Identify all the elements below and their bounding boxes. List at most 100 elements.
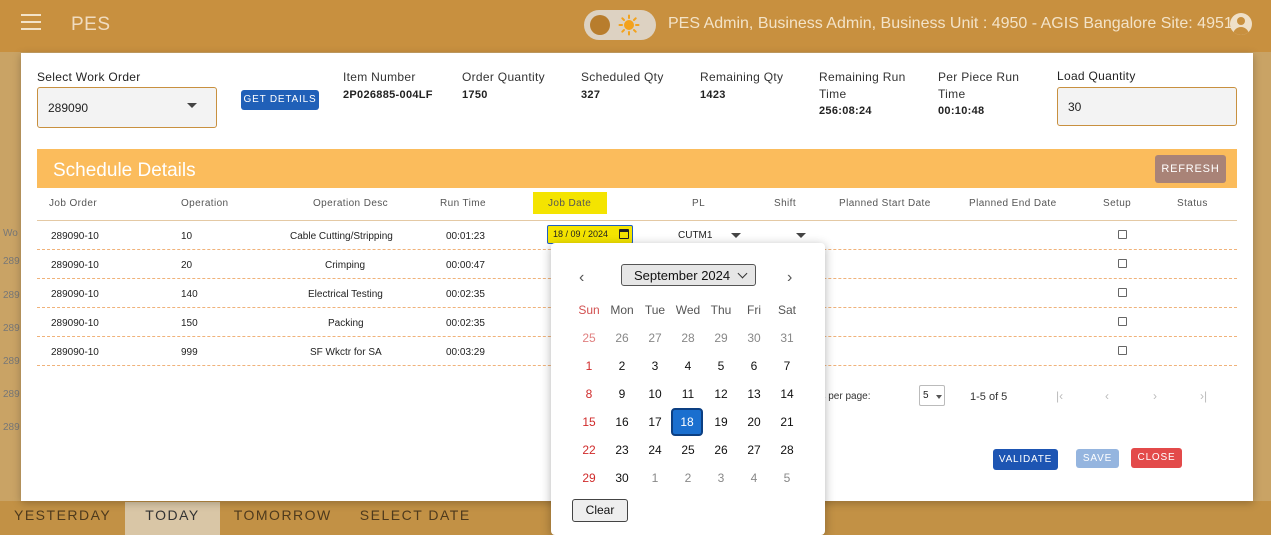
calendar-day[interactable]: 28 xyxy=(673,326,703,350)
caret-down-icon xyxy=(936,395,942,399)
col-shift: Shift xyxy=(774,198,797,209)
col-operation: Operation xyxy=(181,198,229,209)
setup-checkbox[interactable] xyxy=(1118,230,1127,239)
calendar-day[interactable]: 28 xyxy=(772,438,802,462)
job-date-input[interactable]: 18 / 09 / 2024 xyxy=(547,225,633,244)
calendar-day[interactable]: 21 xyxy=(772,410,802,434)
theme-toggle[interactable] xyxy=(584,10,656,40)
next-month-icon[interactable]: › xyxy=(787,269,792,287)
calendar-day[interactable]: 11 xyxy=(673,382,703,406)
calendar-day[interactable]: 23 xyxy=(607,438,637,462)
calendar-day[interactable]: 4 xyxy=(673,354,703,378)
calendar-day[interactable]: 3 xyxy=(640,354,670,378)
cell-desc: Packing xyxy=(328,318,364,329)
bg-row-text: 289 xyxy=(3,422,20,433)
calendar-day[interactable]: 17 xyxy=(640,410,670,434)
remaining-qty: Remaining Qty 1423 xyxy=(700,69,783,103)
calendar-day[interactable]: 22 xyxy=(574,438,604,462)
cell-run-time: 00:02:35 xyxy=(446,289,485,300)
prev-page-icon[interactable]: ‹ xyxy=(1105,389,1109,403)
cell-desc: Electrical Testing xyxy=(308,289,383,300)
work-order-select[interactable]: 289090 xyxy=(37,87,217,128)
calendar-day[interactable]: 19 xyxy=(706,410,736,434)
calendar-day[interactable]: 29 xyxy=(574,466,604,490)
sun-icon xyxy=(618,14,640,36)
save-button[interactable]: SAVE xyxy=(1076,449,1119,468)
load-quantity-label: Load Quantity xyxy=(1057,69,1136,83)
menu-icon[interactable] xyxy=(21,14,41,30)
load-quantity-input[interactable]: 30 xyxy=(1057,87,1237,126)
items-per-page-select[interactable]: 5 xyxy=(919,385,945,406)
calendar-day[interactable]: 27 xyxy=(640,326,670,350)
refresh-button[interactable]: REFRESH xyxy=(1155,155,1226,183)
remaining-run-value: 256:08:24 xyxy=(819,105,872,117)
calendar-day[interactable]: 20 xyxy=(739,410,769,434)
get-details-button[interactable]: GET DETAILS xyxy=(241,90,319,110)
calendar-day[interactable]: 10 xyxy=(640,382,670,406)
setup-checkbox[interactable] xyxy=(1118,346,1127,355)
calendar-day[interactable]: 7 xyxy=(772,354,802,378)
cell-run-time: 00:00:47 xyxy=(446,260,485,271)
weekday-label: Fri xyxy=(747,303,761,317)
calendar-day[interactable]: 30 xyxy=(607,466,637,490)
calendar-day[interactable]: 31 xyxy=(772,326,802,350)
calendar-day[interactable]: 14 xyxy=(772,382,802,406)
prev-month-icon[interactable]: ‹ xyxy=(579,269,584,287)
calendar-day[interactable]: 18 xyxy=(671,408,703,436)
scheduled-qty-value: 327 xyxy=(581,89,601,101)
remaining-run-time: Remaining Run Time 256:08:24 xyxy=(819,69,906,119)
calendar-day[interactable]: 24 xyxy=(640,438,670,462)
items-per-page-value: 5 xyxy=(923,390,929,401)
calendar-day[interactable]: 2 xyxy=(673,466,703,490)
tab-today[interactable]: TODAY xyxy=(125,502,220,535)
pl-dropdown-icon[interactable] xyxy=(731,233,741,238)
setup-checkbox[interactable] xyxy=(1118,317,1127,326)
per-piece-label: Per Piece Run xyxy=(938,70,1020,84)
tab-select-date[interactable]: SELECT DATE xyxy=(346,502,485,535)
calendar-day[interactable]: 6 xyxy=(739,354,769,378)
clear-date-button[interactable]: Clear xyxy=(572,499,628,522)
next-page-icon[interactable]: › xyxy=(1153,389,1157,403)
tab-tomorrow[interactable]: TOMORROW xyxy=(220,502,346,535)
calendar-day[interactable]: 5 xyxy=(706,354,736,378)
calendar-day[interactable]: 1 xyxy=(574,354,604,378)
pl-value[interactable]: CUTM1 xyxy=(678,230,712,241)
last-page-icon[interactable]: ›| xyxy=(1200,389,1207,403)
col-pl: PL xyxy=(692,198,706,209)
calendar-day[interactable]: 15 xyxy=(574,410,604,434)
calendar-icon[interactable] xyxy=(619,229,629,239)
chevron-down-icon xyxy=(737,268,748,279)
tab-yesterday[interactable]: YESTERDAY xyxy=(0,502,125,535)
validate-button[interactable]: VALIDATE xyxy=(993,449,1058,470)
calendar-day[interactable]: 4 xyxy=(739,466,769,490)
account-icon[interactable] xyxy=(1230,13,1252,35)
item-number-value: 2P026885-004LF xyxy=(343,89,433,101)
calendar-day[interactable]: 5 xyxy=(772,466,802,490)
shift-dropdown-icon[interactable] xyxy=(796,233,806,238)
calendar-day[interactable]: 12 xyxy=(706,382,736,406)
setup-checkbox[interactable] xyxy=(1118,288,1127,297)
calendar-day[interactable]: 16 xyxy=(607,410,637,434)
calendar-day[interactable]: 13 xyxy=(739,382,769,406)
month-year-select[interactable]: September 2024 xyxy=(621,264,756,286)
calendar-day[interactable]: 26 xyxy=(607,326,637,350)
calendar-day[interactable]: 30 xyxy=(739,326,769,350)
setup-checkbox[interactable] xyxy=(1118,259,1127,268)
close-button[interactable]: CLOSE xyxy=(1131,448,1182,468)
per-piece-value: 00:10:48 xyxy=(938,105,985,117)
calendar-day[interactable]: 9 xyxy=(607,382,637,406)
calendar-day[interactable]: 3 xyxy=(706,466,736,490)
calendar-day[interactable]: 25 xyxy=(673,438,703,462)
cell-operation: 140 xyxy=(181,289,198,300)
calendar-day[interactable]: 8 xyxy=(574,382,604,406)
calendar-day[interactable]: 27 xyxy=(739,438,769,462)
calendar-day[interactable]: 1 xyxy=(640,466,670,490)
calendar-day[interactable]: 26 xyxy=(706,438,736,462)
date-picker-popup: ‹ September 2024 › Sun Mon Tue Wed Thu F… xyxy=(551,243,825,535)
calendar-day[interactable]: 25 xyxy=(574,326,604,350)
item-number-label: Item Number xyxy=(343,70,416,84)
calendar-day[interactable]: 2 xyxy=(607,354,637,378)
first-page-icon[interactable]: |‹ xyxy=(1056,389,1063,403)
calendar-day[interactable]: 29 xyxy=(706,326,736,350)
cell-run-time: 00:01:23 xyxy=(446,231,485,242)
